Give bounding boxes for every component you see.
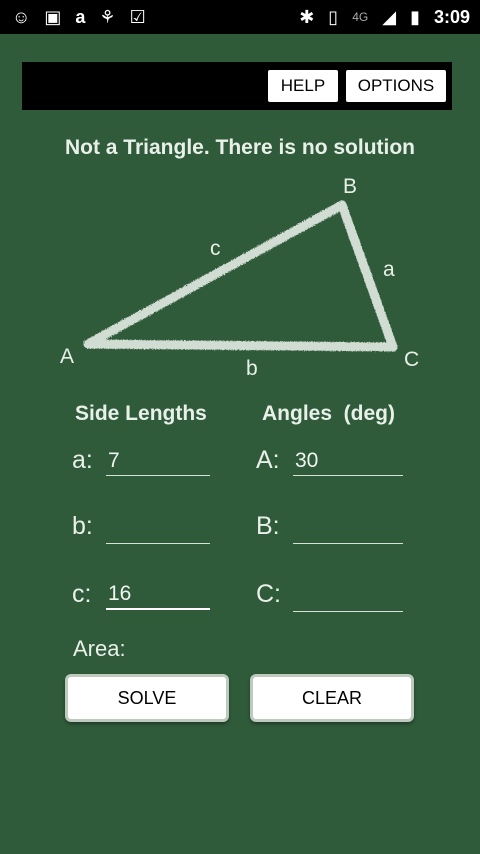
- side-c-line: [83, 200, 347, 349]
- clipboard-check-icon: ☑: [129, 7, 146, 27]
- clear-button[interactable]: CLEAR: [250, 674, 414, 722]
- vertex-c-label: C: [404, 348, 419, 371]
- solve-button[interactable]: SOLVE: [65, 674, 229, 722]
- options-button[interactable]: OPTIONS: [346, 70, 446, 102]
- android-icon: ⚘: [99, 7, 116, 27]
- angle-c-field-label: C:: [256, 580, 281, 608]
- triangle-diagram: A B C a b c: [60, 175, 419, 380]
- angles-header: Angles (deg): [262, 402, 396, 425]
- side-a-label: a: [383, 258, 395, 281]
- toolbar: HELP OPTIONS: [22, 62, 452, 110]
- status-time: 3:09: [433, 6, 470, 27]
- angle-b-input[interactable]: [293, 514, 403, 544]
- side-b-label: b: [246, 357, 258, 380]
- vertex-b-label: B: [343, 175, 357, 198]
- 4g-icon: 4G: [352, 10, 369, 24]
- side-b-input[interactable]: [106, 514, 210, 544]
- amazon-icon: a: [75, 7, 86, 27]
- result-message: Not a Triangle. There is no solution: [64, 136, 416, 159]
- image-icon: ▣: [44, 7, 62, 27]
- status-right-icons: ✱ ▯ 4G ◢ ▮ 3:09: [299, 7, 470, 28]
- snapchat-icon: ☺: [12, 7, 31, 27]
- battery-icon: ▮: [410, 7, 420, 27]
- side-a-input[interactable]: [106, 446, 210, 476]
- side-c-field-label: c:: [72, 580, 92, 608]
- side-b-field-label: b:: [72, 512, 93, 540]
- bluetooth-icon: ✱: [299, 7, 315, 27]
- vibrate-icon: ▯: [328, 7, 339, 27]
- side-c-label: c: [210, 237, 221, 260]
- signal-icon: ◢: [382, 7, 397, 27]
- angle-a-field-label: A:: [256, 446, 280, 474]
- help-button[interactable]: HELP: [268, 70, 338, 102]
- side-b-line: [83, 339, 398, 352]
- side-c-input[interactable]: [106, 580, 210, 610]
- angle-c-input[interactable]: [293, 582, 403, 612]
- status-bar: ☺ ▣ a ⚘ ☑ ✱ ▯ 4G ◢ ▮ 3:09: [0, 0, 480, 34]
- status-left-icons: ☺ ▣ a ⚘ ☑: [12, 8, 146, 26]
- side-a-field-label: a:: [72, 446, 93, 474]
- vertex-a-label: A: [60, 345, 74, 368]
- angle-a-input[interactable]: [293, 446, 403, 476]
- angle-b-field-label: B:: [256, 512, 280, 540]
- area-label: Area:: [73, 636, 126, 661]
- side-lengths-header: Side Lengths: [75, 402, 207, 425]
